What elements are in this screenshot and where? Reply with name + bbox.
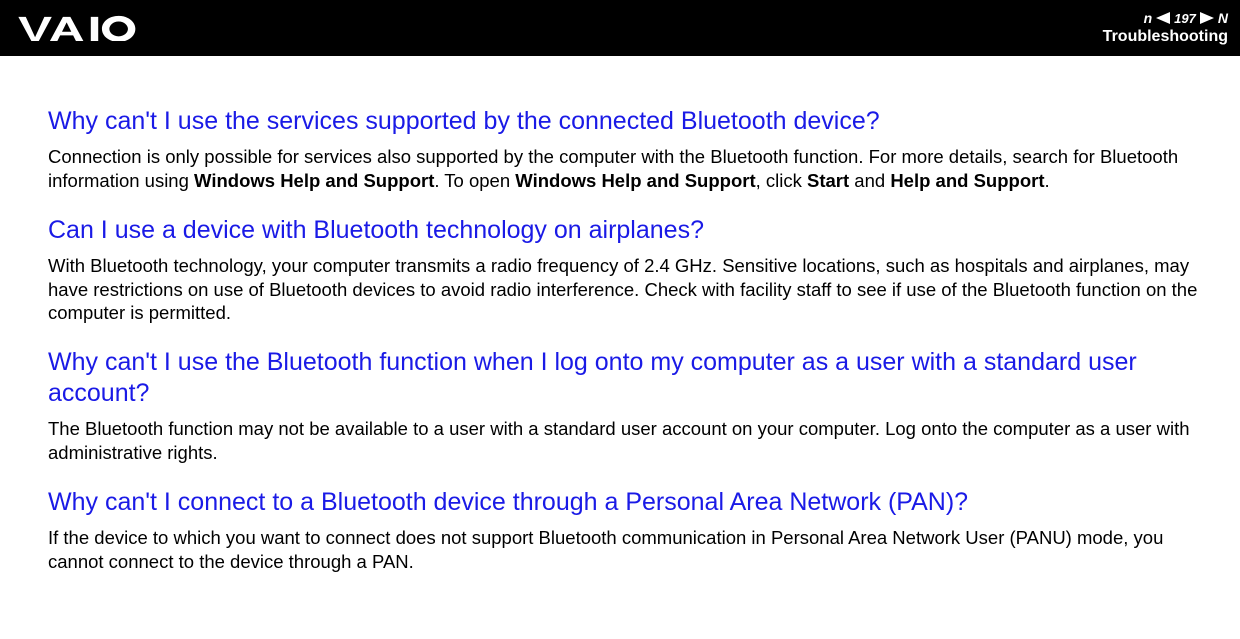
arrow-right-icon[interactable] (1200, 12, 1214, 24)
answer-4: If the device to which you want to conne… (48, 526, 1204, 573)
question-1: Why can't I use the services supported b… (48, 106, 1204, 137)
page-number: 197 (1174, 11, 1196, 26)
vaio-logo-svg (18, 15, 158, 41)
arrow-left-icon[interactable] (1156, 12, 1170, 24)
header-bar: n 197 N Troubleshooting (0, 0, 1240, 56)
vaio-logo (18, 0, 158, 56)
answer-1: Connection is only possible for services… (48, 145, 1204, 192)
page-nav: n 197 N (1144, 10, 1228, 26)
question-4: Why can't I connect to a Bluetooth devic… (48, 487, 1204, 518)
nav-n-left: n (1144, 10, 1153, 26)
content-area: Why can't I use the services supported b… (0, 56, 1240, 573)
question-3: Why can't I use the Bluetooth function w… (48, 347, 1204, 410)
question-2: Can I use a device with Bluetooth techno… (48, 215, 1204, 246)
nav-n-right: N (1218, 10, 1228, 26)
answer-3: The Bluetooth function may not be availa… (48, 417, 1204, 464)
header-right: n 197 N Troubleshooting (1103, 10, 1228, 46)
section-label: Troubleshooting (1103, 28, 1228, 46)
answer-2: With Bluetooth technology, your computer… (48, 254, 1204, 325)
